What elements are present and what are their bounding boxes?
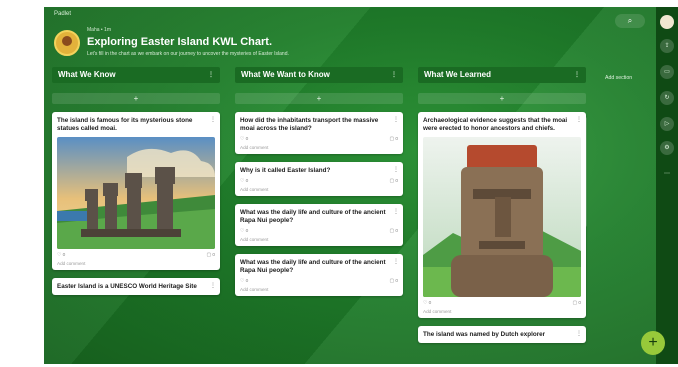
- add-comment-field[interactable]: Add comment: [240, 287, 398, 292]
- comment-count[interactable]: ▢ 0: [389, 137, 398, 142]
- post-options-icon[interactable]: ⋮: [393, 166, 399, 173]
- like-count[interactable]: ♡ 0: [240, 279, 248, 284]
- post-options-icon[interactable]: ⋮: [576, 330, 582, 337]
- comment-count[interactable]: ▢ 0: [389, 279, 398, 284]
- post-card[interactable]: ⋮ What was the daily life and culture of…: [235, 204, 403, 246]
- post-reactions: ♡ 0 ▢ 0: [423, 301, 581, 306]
- like-count[interactable]: ♡ 0: [240, 229, 248, 234]
- page-subtitle: Let's fill in the chart as we embark on …: [87, 51, 289, 57]
- settings-icon[interactable]: ⚙: [660, 141, 674, 155]
- post-card[interactable]: ⋮ What was the daily life and culture of…: [235, 254, 403, 296]
- search-button[interactable]: ⌕: [615, 14, 645, 28]
- add-post-button[interactable]: +: [235, 93, 403, 104]
- screenshot-frame: Padlet Maha • 1m Exploring Easter Island…: [0, 0, 678, 367]
- add-comment-field[interactable]: Add comment: [240, 145, 398, 150]
- post-card[interactable]: ⋮ The island is famous for its mysteriou…: [52, 112, 220, 270]
- play-icon[interactable]: ▷: [660, 117, 674, 131]
- post-text: What was the daily life and culture of t…: [240, 259, 386, 274]
- post-options-icon[interactable]: ⋮: [393, 258, 399, 265]
- add-post-button[interactable]: +: [52, 93, 220, 104]
- post-text: Archaeological evidence suggests that th…: [423, 117, 568, 132]
- post-options-icon[interactable]: ⋮: [393, 116, 399, 123]
- column-options-icon[interactable]: ⋮: [208, 67, 214, 83]
- post-reactions: ♡ 0 ▢ 0: [240, 229, 398, 234]
- add-comment-field[interactable]: Add comment: [57, 261, 215, 266]
- post-text: The island was named by Dutch explorer: [423, 331, 546, 338]
- post-card[interactable]: ⋮ Easter Island is a UNESCO World Herita…: [52, 278, 220, 295]
- column-what-we-want-to-know: What We Want to Know ⋮ + ⋮ How did the i…: [235, 67, 403, 296]
- column-header[interactable]: What We Know ⋮: [52, 67, 220, 83]
- share-icon[interactable]: ⇪: [660, 39, 674, 53]
- column-header[interactable]: What We Learned ⋮: [418, 67, 586, 83]
- post-card[interactable]: ⋮ Why is it called Easter Island? ♡ 0 ▢ …: [235, 162, 403, 196]
- column-what-we-learned: What We Learned ⋮ + ⋮ Archaeological evi…: [418, 67, 586, 343]
- like-count[interactable]: ♡ 0: [240, 137, 248, 142]
- avatar[interactable]: [54, 30, 80, 56]
- moai-closeup-image: [423, 137, 581, 297]
- post-text: How did the inhabitants transport the ma…: [240, 117, 379, 132]
- padlet-board: Padlet Maha • 1m Exploring Easter Island…: [44, 7, 678, 364]
- column-scrollbar[interactable]: [583, 117, 587, 227]
- column-what-we-know: What We Know ⋮ + ⋮ The island is famous …: [52, 67, 220, 295]
- post-card[interactable]: ⋮ Archaeological evidence suggests that …: [418, 112, 586, 318]
- profile-icon[interactable]: [660, 15, 674, 29]
- search-icon: ⌕: [627, 16, 633, 25]
- column-title: What We Learned: [424, 70, 491, 79]
- remake-icon[interactable]: ↻: [660, 91, 674, 105]
- app-name: Padlet: [54, 11, 72, 17]
- slideshow-icon[interactable]: ▭: [660, 65, 674, 79]
- post-options-icon[interactable]: ⋮: [210, 282, 216, 289]
- column-title: What We Know: [58, 70, 116, 79]
- more-icon[interactable]: ⋯: [660, 167, 674, 181]
- post-options-icon[interactable]: ⋮: [393, 208, 399, 215]
- post-reactions: ♡ 0 ▢ 0: [57, 253, 215, 258]
- add-comment-field[interactable]: Add comment: [240, 187, 398, 192]
- add-comment-field[interactable]: Add comment: [240, 237, 398, 242]
- post-options-icon[interactable]: ⋮: [210, 116, 216, 123]
- post-author: Maha • 1m: [87, 27, 111, 33]
- add-section-button[interactable]: Add section: [605, 75, 632, 81]
- post-card[interactable]: ⋮ How did the inhabitants transport the …: [235, 112, 403, 154]
- moai-row-image: [57, 137, 215, 249]
- post-reactions: ♡ 0 ▢ 0: [240, 137, 398, 142]
- like-count[interactable]: ♡ 0: [240, 179, 248, 184]
- comment-count[interactable]: ▢ 0: [389, 179, 398, 184]
- add-post-button[interactable]: +: [418, 93, 586, 104]
- like-count[interactable]: ♡ 0: [57, 253, 65, 258]
- post-reactions: ♡ 0 ▢ 0: [240, 279, 398, 284]
- post-text: Easter Island is a UNESCO World Heritage…: [57, 283, 197, 290]
- column-options-icon[interactable]: ⋮: [391, 67, 397, 83]
- page-title: Exploring Easter Island KWL Chart.: [87, 36, 272, 48]
- add-post-fab[interactable]: +: [641, 331, 665, 355]
- post-card[interactable]: ⋮ The island was named by Dutch explorer: [418, 326, 586, 343]
- column-title: What We Want to Know: [241, 70, 330, 79]
- column-options-icon[interactable]: ⋮: [574, 67, 580, 83]
- post-text: The island is famous for its mysterious …: [57, 117, 193, 132]
- post-reactions: ♡ 0 ▢ 0: [240, 179, 398, 184]
- comment-count[interactable]: ▢ 0: [389, 229, 398, 234]
- post-options-icon[interactable]: ⋮: [576, 116, 582, 123]
- column-header[interactable]: What We Want to Know ⋮: [235, 67, 403, 83]
- like-count[interactable]: ♡ 0: [423, 301, 431, 306]
- comment-count[interactable]: ▢ 0: [206, 253, 215, 258]
- add-comment-field[interactable]: Add comment: [423, 309, 581, 314]
- comment-count[interactable]: ▢ 0: [572, 301, 581, 306]
- right-toolbar: ⇪ ▭ ↻ ▷ ⚙ ⋯: [656, 7, 678, 364]
- post-text: What was the daily life and culture of t…: [240, 209, 386, 224]
- left-margin: [8, 7, 46, 364]
- post-text: Why is it called Easter Island?: [240, 167, 331, 174]
